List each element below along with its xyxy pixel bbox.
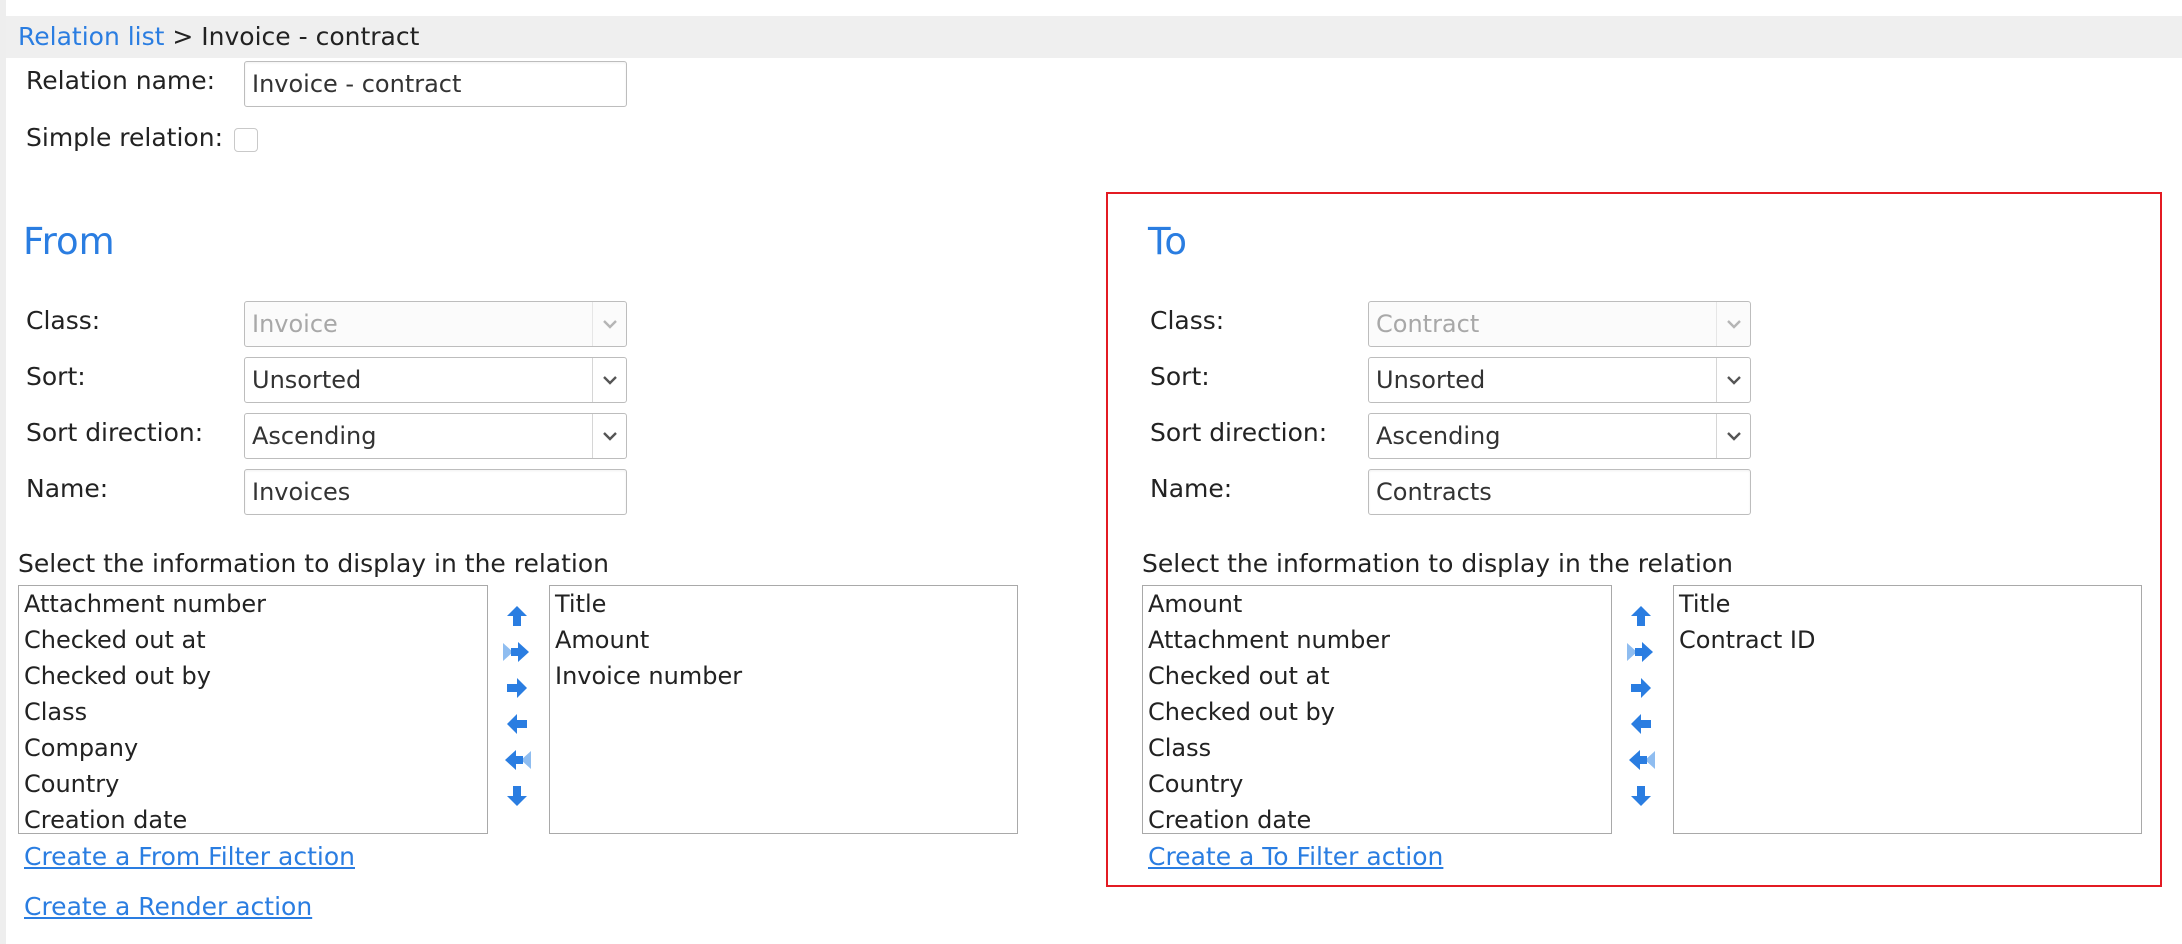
from-available-fields-list[interactable]: Attachment number Checked out at Checked… — [18, 585, 488, 834]
breadcrumb-relation-list-link[interactable]: Relation list — [18, 22, 164, 51]
to-heading: To — [1148, 220, 1187, 263]
from-class-label: Class: — [26, 306, 101, 335]
list-item[interactable]: Attachment number — [19, 586, 487, 622]
from-heading: From — [23, 220, 115, 263]
chevron-down-icon — [1716, 302, 1750, 346]
arrow-right-icon — [507, 678, 527, 698]
from-sort-direction-select[interactable]: Ascending — [244, 413, 627, 459]
from-sort-label: Sort: — [26, 362, 86, 391]
from-selected-fields-list[interactable]: Title Amount Invoice number — [549, 585, 1018, 834]
list-item[interactable]: Checked out at — [1143, 658, 1611, 694]
to-name-input[interactable]: Contracts — [1368, 469, 1751, 515]
to-transfer-buttons — [1621, 598, 1661, 814]
arrow-up-icon — [1631, 606, 1651, 626]
breadcrumb-current: Invoice - contract — [201, 22, 420, 51]
relation-name-input[interactable]: Invoice - contract — [244, 61, 627, 107]
list-item[interactable]: Amount — [1143, 586, 1611, 622]
create-from-filter-action-link[interactable]: Create a From Filter action — [24, 842, 355, 871]
to-name-label: Name: — [1150, 474, 1233, 503]
arrow-up-icon — [507, 606, 527, 626]
list-item[interactable]: Title — [550, 586, 1017, 622]
simple-relation-checkbox[interactable] — [234, 128, 258, 152]
arrow-left-icon — [1631, 714, 1651, 734]
list-item[interactable]: Country — [19, 766, 487, 802]
to-class-label: Class: — [1150, 306, 1225, 335]
to-move-up-button[interactable] — [1621, 598, 1661, 634]
double-arrow-right-icon — [503, 642, 529, 662]
list-item[interactable]: Invoice number — [550, 658, 1017, 694]
list-item[interactable]: Company — [19, 730, 487, 766]
chevron-down-icon — [592, 302, 626, 346]
left-edge-bar — [0, 0, 6, 944]
chevron-down-icon — [592, 414, 626, 458]
list-item[interactable]: Checked out by — [19, 658, 487, 694]
from-name-label: Name: — [26, 474, 109, 503]
to-sort-label: Sort: — [1150, 362, 1210, 391]
from-move-up-button[interactable] — [497, 598, 537, 634]
from-sort-value: Unsorted — [252, 366, 362, 394]
to-sort-direction-value: Ascending — [1376, 422, 1501, 450]
chevron-down-icon — [1716, 358, 1750, 402]
to-sort-direction-label: Sort direction: — [1150, 418, 1328, 447]
from-sort-select[interactable]: Unsorted — [244, 357, 627, 403]
to-move-down-button[interactable] — [1621, 778, 1661, 814]
create-render-action-link[interactable]: Create a Render action — [24, 892, 312, 921]
arrow-right-icon — [1631, 678, 1651, 698]
to-add-button[interactable] — [1621, 670, 1661, 706]
from-remove-button[interactable] — [497, 706, 537, 742]
list-item[interactable]: Country — [1143, 766, 1611, 802]
chevron-down-icon — [1716, 414, 1750, 458]
to-class-select: Contract — [1368, 301, 1751, 347]
from-class-select: Invoice — [244, 301, 627, 347]
from-select-info-label: Select the information to display in the… — [18, 549, 610, 578]
breadcrumb: Relation list > Invoice - contract — [6, 16, 2182, 58]
list-item[interactable]: Creation date — [1143, 802, 1611, 833]
arrow-down-icon — [1631, 786, 1651, 806]
list-item[interactable]: Title — [1674, 586, 2141, 622]
from-sort-direction-label: Sort direction: — [26, 418, 204, 447]
arrow-down-icon — [507, 786, 527, 806]
list-item[interactable]: Checked out at — [19, 622, 487, 658]
list-item[interactable]: Contract ID — [1674, 622, 2141, 658]
double-arrow-left-icon — [1629, 750, 1655, 770]
create-to-filter-action-link[interactable]: Create a To Filter action — [1148, 842, 1443, 871]
relation-name-label: Relation name: — [26, 66, 216, 95]
from-move-down-button[interactable] — [497, 778, 537, 814]
to-sort-value: Unsorted — [1376, 366, 1486, 394]
to-sort-direction-select[interactable]: Ascending — [1368, 413, 1751, 459]
to-available-fields-list[interactable]: Amount Attachment number Checked out at … — [1142, 585, 1612, 834]
list-item[interactable]: Amount — [550, 622, 1017, 658]
from-transfer-buttons — [497, 598, 537, 814]
from-name-input[interactable]: Invoices — [244, 469, 627, 515]
arrow-left-icon — [507, 714, 527, 734]
from-class-value: Invoice — [252, 310, 338, 338]
from-add-button[interactable] — [497, 670, 537, 706]
list-item[interactable]: Checked out by — [1143, 694, 1611, 730]
to-remove-all-button[interactable] — [1621, 742, 1661, 778]
to-class-value: Contract — [1376, 310, 1480, 338]
list-item[interactable]: Class — [1143, 730, 1611, 766]
from-add-all-button[interactable] — [497, 634, 537, 670]
to-select-info-label: Select the information to display in the… — [1142, 549, 1734, 578]
list-item[interactable]: Creation date — [19, 802, 487, 833]
double-arrow-right-icon — [1627, 642, 1653, 662]
list-item[interactable]: Attachment number — [1143, 622, 1611, 658]
list-item[interactable]: Class — [19, 694, 487, 730]
from-remove-all-button[interactable] — [497, 742, 537, 778]
to-sort-select[interactable]: Unsorted — [1368, 357, 1751, 403]
from-sort-direction-value: Ascending — [252, 422, 377, 450]
to-remove-button[interactable] — [1621, 706, 1661, 742]
breadcrumb-separator: > — [164, 22, 202, 51]
to-add-all-button[interactable] — [1621, 634, 1661, 670]
chevron-down-icon — [592, 358, 626, 402]
simple-relation-label: Simple relation: — [26, 123, 223, 152]
double-arrow-left-icon — [505, 750, 531, 770]
to-selected-fields-list[interactable]: Title Contract ID — [1673, 585, 2142, 834]
